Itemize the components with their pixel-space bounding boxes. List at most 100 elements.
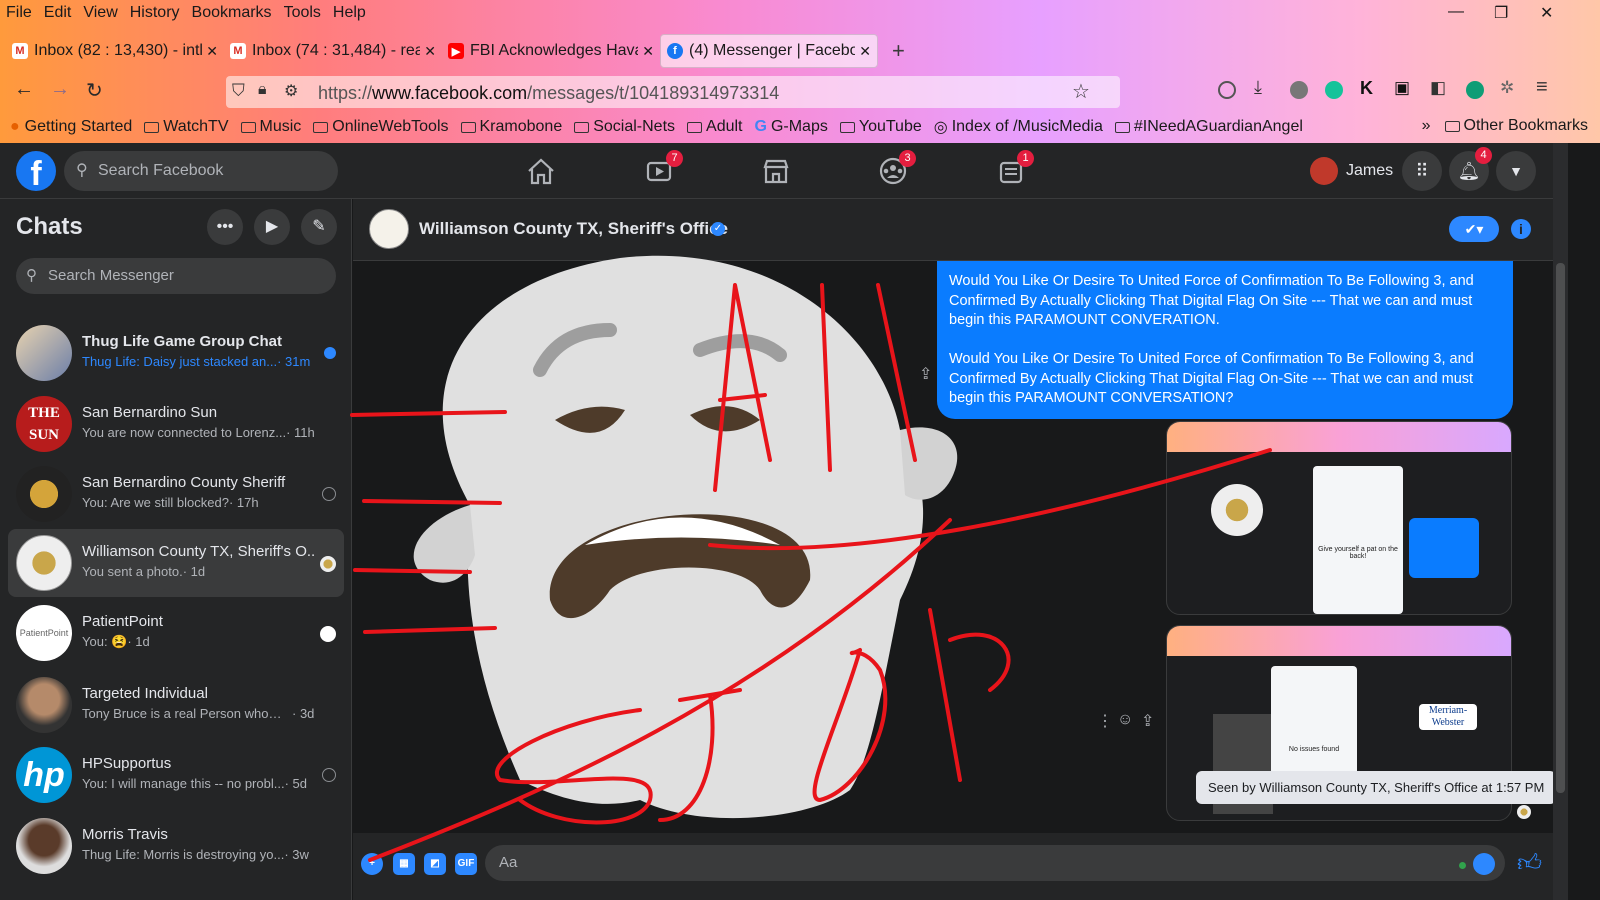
close-tab-icon[interactable]: ✕ <box>206 43 218 60</box>
menu-help[interactable]: Help <box>333 4 366 22</box>
facebook-logo-icon[interactable]: f <box>16 151 56 193</box>
react-icon[interactable]: ☺ <box>1117 711 1133 729</box>
photo-caption: Give yourself a pat on the back! <box>1318 546 1398 560</box>
chat-item-sb-county-sheriff[interactable]: San Bernardino County Sheriff You: Are w… <box>8 460 344 528</box>
check-dropdown-icon[interactable]: ✔▾ <box>1449 216 1499 242</box>
vpn-icon[interactable] <box>1466 81 1484 99</box>
info-icon[interactable]: i <box>1511 219 1531 239</box>
reload-icon[interactable]: ↻ <box>86 78 103 103</box>
share-icon[interactable]: ⇪ <box>1141 711 1154 731</box>
pocket-icon[interactable] <box>1218 81 1236 99</box>
messenger-search-input[interactable]: ⚲ Search Messenger <box>16 258 336 294</box>
emoji-icon[interactable] <box>1473 853 1495 875</box>
bookmark-youtube[interactable]: YouTube <box>839 118 922 136</box>
account-dropdown-icon[interactable]: ▼ <box>1496 151 1536 191</box>
menu-tools[interactable]: Tools <box>284 4 321 22</box>
message-input[interactable]: Aa <box>485 845 1505 881</box>
bookmark-adult[interactable]: Adult <box>687 118 743 136</box>
close-tab-icon[interactable]: ✕ <box>642 43 654 60</box>
profile-button[interactable]: James <box>1310 153 1393 189</box>
chat-item-williamson-county[interactable]: Williamson County TX, Sheriff's O... You… <box>8 529 344 597</box>
bookmark-watchtv[interactable]: WatchTV <box>144 118 229 136</box>
media-icon[interactable]: ◧ <box>1430 78 1446 98</box>
scrollbar-thumb[interactable] <box>1556 263 1565 793</box>
gif-icon[interactable]: GIF <box>455 853 477 875</box>
sent-message-bubble[interactable]: Would You Like Or Desire To United Force… <box>937 261 1513 419</box>
bookmark-kramobone[interactable]: Kramobone <box>460 118 562 136</box>
back-icon[interactable]: ← <box>14 78 34 101</box>
user-name: James <box>1346 162 1394 179</box>
bookmark-onlinewebtools[interactable]: OnlineWebTools <box>313 118 449 136</box>
minimize-icon[interactable]: — <box>1448 3 1464 21</box>
screen-icon[interactable]: ▣ <box>1394 78 1410 98</box>
close-tab-icon[interactable]: ✕ <box>859 43 871 60</box>
facebook-search-input[interactable]: ⚲ Search Facebook <box>64 151 338 191</box>
bookmark-guardian-angel[interactable]: #INeedAGuardianAngel <box>1114 118 1303 136</box>
compose-icon[interactable]: ✎ <box>301 209 337 245</box>
thumbs-up-icon[interactable]: 👍︎ <box>1517 850 1542 878</box>
notifications-button[interactable]: 🔔︎ 4 <box>1449 147 1492 191</box>
home-icon[interactable] <box>521 153 561 189</box>
menu-history[interactable]: History <box>130 4 180 22</box>
watch-nav[interactable]: 7 <box>639 150 683 189</box>
tab-messenger[interactable]: f (4) Messenger | Facebook ✕ <box>660 34 878 68</box>
menu-grid-icon[interactable]: ⠿ <box>1402 151 1442 191</box>
menu-file[interactable]: File <box>6 4 32 22</box>
gaming-nav[interactable]: 1 <box>991 150 1034 189</box>
chat-item-san-bernardino-sun[interactable]: THE SUN San Bernardino Sun You are now co… <box>8 390 344 458</box>
restore-icon[interactable]: ❐ <box>1494 3 1508 23</box>
tab-gmail-2[interactable]: M Inbox (74 : 31,484) - rea ✕ <box>224 34 442 68</box>
other-bookmarks[interactable]: » Other Bookmarks <box>1422 117 1588 135</box>
chat-item-hpsupportus[interactable]: hp HPSupportus You: I will manage this -… <box>8 741 344 809</box>
bookmark-getting-started[interactable]: ● Getting Started <box>10 118 132 136</box>
avatar[interactable] <box>369 209 409 249</box>
sticker-icon[interactable]: ◩ <box>424 853 446 875</box>
download-icon[interactable]: ⤓ <box>1254 77 1262 98</box>
tab-youtube[interactable]: ▶ FBI Acknowledges Hava ✕ <box>442 34 660 68</box>
chat-time: · 5d <box>284 776 307 791</box>
bookmark-musicmedia[interactable]: ◎ Index of /MusicMedia <box>934 117 1103 137</box>
forward-icon[interactable]: → <box>50 78 70 101</box>
other-bookmarks-label: Other Bookmarks <box>1463 117 1588 134</box>
gear-extension-icon[interactable]: ✲ <box>1500 78 1514 98</box>
new-tab-icon[interactable]: + <box>892 38 905 64</box>
tab-gmail-1[interactable]: M Inbox (82 : 13,430) - intl ✕ <box>6 34 224 68</box>
menu-view[interactable]: View <box>83 4 117 22</box>
chat-item-patientpoint[interactable]: PatientPoint PatientPoint You: 😫 · 1d <box>8 599 344 667</box>
chat-item-targeted-individual[interactable]: Targeted Individual Tony Bruce is a real… <box>8 671 344 739</box>
chat-name: Williamson County TX, Sheriff's O... <box>82 543 314 560</box>
menu-bookmarks[interactable]: Bookmarks <box>192 4 272 22</box>
star-icon[interactable]: ☆ <box>1072 79 1090 104</box>
chevron-double-right-icon[interactable]: » <box>1422 117 1431 135</box>
marketplace-icon[interactable] <box>756 153 796 189</box>
k-extension-icon[interactable]: K <box>1360 78 1373 99</box>
conversation-panel: Williamson County TX, Sheriff's Office ✓… <box>353 199 1553 900</box>
bookmark-gmaps[interactable]: G G-Maps <box>755 118 828 136</box>
permissions-icon[interactable]: ⚙ <box>284 81 298 101</box>
more-vertical-icon[interactable]: ⋮ <box>1097 711 1113 731</box>
share-icon[interactable]: ⇪ <box>919 364 932 384</box>
avatar: PatientPoint <box>16 605 72 661</box>
sent-photo-1[interactable]: Give yourself a pat on the back! <box>1166 421 1512 615</box>
bookmark-music[interactable]: Music <box>240 118 301 136</box>
image-icon[interactable]: ▦ <box>393 853 415 875</box>
hamburger-menu-icon[interactable]: ≡ <box>1536 76 1548 99</box>
conversation-title[interactable]: Williamson County TX, Sheriff's Office <box>419 219 728 239</box>
menu-edit[interactable]: Edit <box>44 4 72 22</box>
url-bar[interactable]: ⛉ 🔒︎ ⚙ https://www.facebook.com/messages… <box>226 76 1120 108</box>
lock-icon[interactable]: 🔒︎ <box>258 81 267 99</box>
plus-icon[interactable]: + <box>361 853 383 875</box>
close-tab-icon[interactable]: ✕ <box>424 43 436 60</box>
page-scrollbar[interactable] <box>1553 143 1568 900</box>
close-window-icon[interactable]: ✕ <box>1540 3 1553 23</box>
more-options-icon[interactable]: ••• <box>207 209 243 245</box>
shield-icon[interactable]: ⛉ <box>232 81 245 101</box>
groups-nav[interactable]: 3 <box>873 150 916 189</box>
bookmark-social-nets[interactable]: Social-Nets <box>574 118 675 136</box>
chat-item-morris-travis[interactable]: Morris Travis Thug Life: Morris is destr… <box>8 812 344 880</box>
grammarly-icon[interactable] <box>1325 81 1343 99</box>
new-room-icon[interactable]: ▶ <box>254 209 290 245</box>
extension-icon[interactable] <box>1290 81 1308 99</box>
chat-item-thug-life[interactable]: Thug Life Game Group Chat Thug Life: Dai… <box>8 319 344 387</box>
gmail-icon: M <box>12 43 28 59</box>
